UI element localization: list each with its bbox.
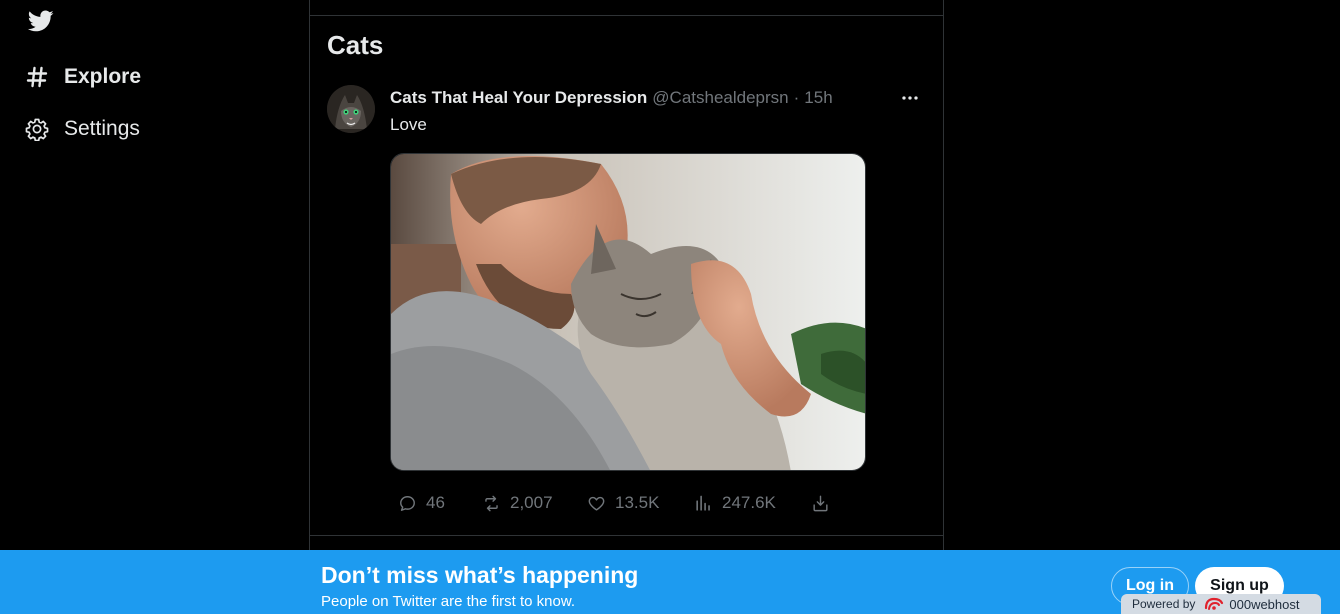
twitter-bird-icon[interactable] <box>26 8 56 34</box>
tweet[interactable]: Cats That Heal Your Depression @Catsheal… <box>310 74 943 536</box>
tweet-actions: 46 2,007 13.5K 247.6K <box>390 492 850 514</box>
host-badge[interactable]: Powered by 000webhost <box>1121 594 1321 614</box>
retweet-count: 2,007 <box>510 493 553 512</box>
avatar[interactable] <box>327 85 375 133</box>
reply-count: 46 <box>426 493 445 512</box>
like-button[interactable]: 13.5K <box>587 492 659 514</box>
host-badge-prefix: Powered by <box>1132 597 1196 611</box>
hashtag-icon <box>24 64 50 90</box>
sidebar-item-label: Explore <box>64 65 142 88</box>
sidebar-item-explore[interactable]: Explore <box>24 60 141 94</box>
views-button[interactable]: 247.6K <box>694 492 776 514</box>
host-name: 000webhost <box>1229 596 1300 612</box>
page-title: Cats <box>327 30 384 60</box>
more-options-icon[interactable] <box>896 90 924 106</box>
tweet-timestamp[interactable]: 15h <box>804 88 832 108</box>
timeline-column: Cats Cats That Heal Your Depression @Cat… <box>309 0 944 614</box>
heart-icon <box>588 496 605 511</box>
banner-subtitle: People on Twitter are the first to know. <box>321 593 576 610</box>
reply-icon <box>400 495 415 511</box>
retweet-icon <box>485 495 498 511</box>
author-name[interactable]: Cats That Heal Your Depression <box>390 88 647 108</box>
retweet-button[interactable]: 2,007 <box>482 492 553 514</box>
tweet-photo[interactable] <box>390 153 866 471</box>
analytics-icon <box>696 495 710 511</box>
share-icon <box>813 495 828 511</box>
views-count: 247.6K <box>722 493 776 512</box>
tweet-header: Cats That Heal Your Depression @Catsheal… <box>390 88 833 108</box>
sidebar-item-settings[interactable]: Settings <box>24 112 140 146</box>
like-count: 13.5K <box>615 493 660 512</box>
sidebar-nav: Explore Settings <box>0 0 310 614</box>
tweet-text: Love <box>390 115 427 134</box>
sidebar-item-label: Settings <box>64 117 140 140</box>
author-handle[interactable]: @Catshealdeprsn <box>652 88 788 108</box>
separator-dot: · <box>793 88 800 107</box>
banner-title: Don’t miss what’s happening <box>321 562 639 588</box>
divider <box>310 15 943 16</box>
gear-icon <box>24 116 50 142</box>
reply-button[interactable]: 46 <box>398 492 445 514</box>
share-button[interactable] <box>811 492 830 514</box>
host-logo-icon <box>1203 596 1225 612</box>
